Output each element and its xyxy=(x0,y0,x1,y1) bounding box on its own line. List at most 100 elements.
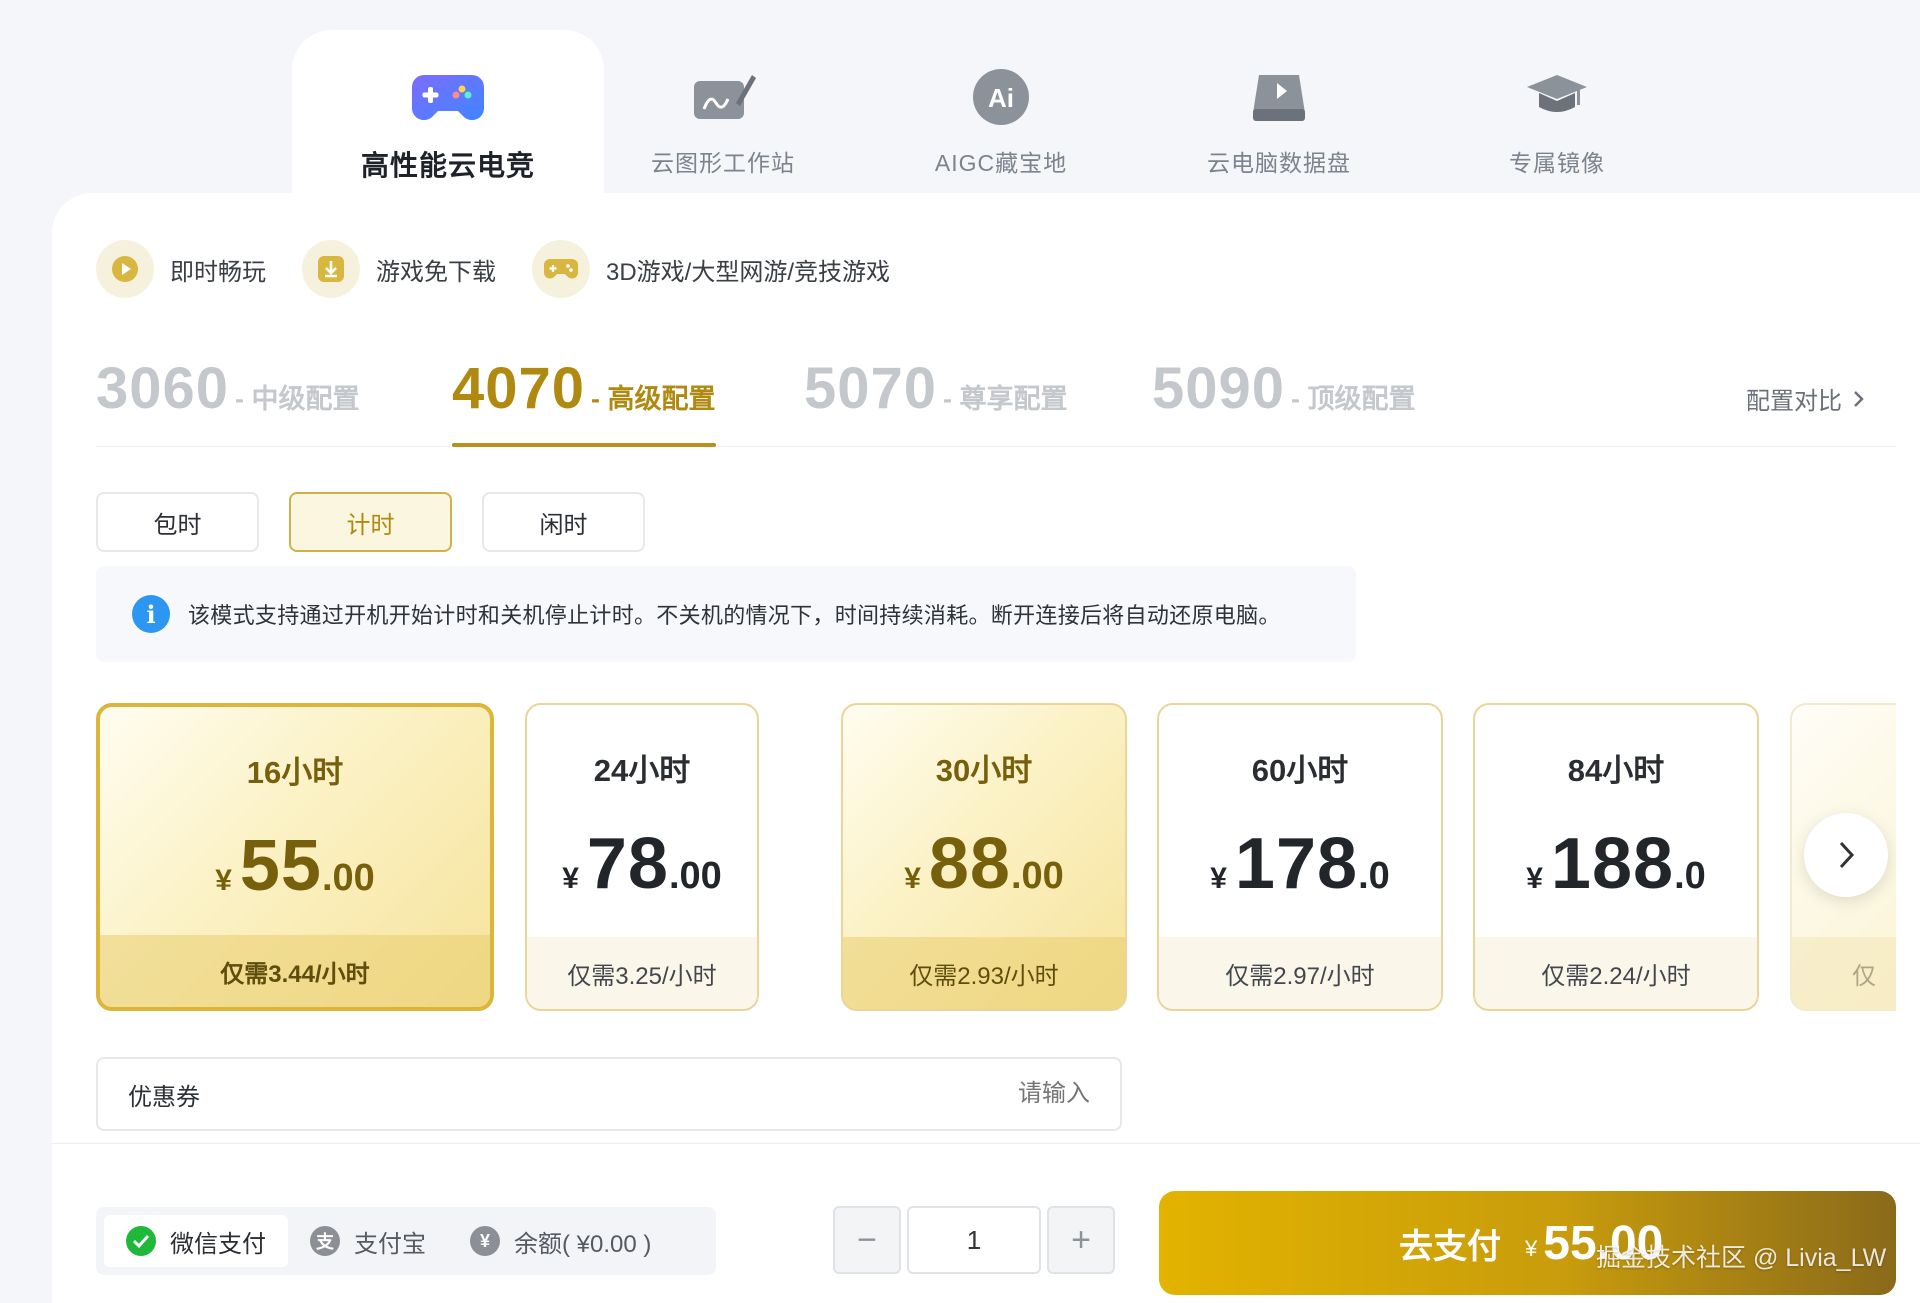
card-price: ¥78.00 xyxy=(527,823,757,905)
alipay-icon: 支 xyxy=(310,1226,340,1256)
divider xyxy=(52,1143,1920,1144)
price-card-60h[interactable]: 60小时 ¥178.0 仅需2.97/小时 xyxy=(1157,703,1443,1011)
feature-item: 游戏免下载 xyxy=(302,240,496,298)
quantity-minus-button[interactable]: − xyxy=(833,1206,901,1274)
price-decimal: .00 xyxy=(668,855,722,897)
tab-exclusive-image[interactable]: 专属镜像 xyxy=(1412,30,1702,200)
mode-button-timed[interactable]: 计时 xyxy=(289,492,452,552)
coupon-label: 优惠券 xyxy=(128,1083,200,1111)
card-price: ¥88.00 xyxy=(843,823,1125,905)
balance-icon: ¥ xyxy=(470,1226,500,1256)
tab-graphics-workstation[interactable]: 云图形工作站 xyxy=(578,30,868,200)
chevron-right-icon xyxy=(1854,390,1864,407)
tab-label: 高性能云电竞 xyxy=(360,150,535,181)
currency-symbol: ¥ xyxy=(1525,1236,1538,1261)
pay-button-label: 去支付 xyxy=(1399,1227,1501,1266)
card-hours: 16小时 xyxy=(246,755,344,790)
card-hours: 24小时 xyxy=(593,753,691,788)
card-unit-price: 仅需2.93/小时 xyxy=(843,937,1125,1009)
pay-method-label: 支付宝 xyxy=(354,1230,426,1258)
price-card-24h[interactable]: 24小时 ¥78.00 仅需3.25/小时 xyxy=(525,703,759,1011)
coupon-input[interactable] xyxy=(890,1080,1090,1108)
coupon-field[interactable]: 优惠券 xyxy=(96,1057,1122,1131)
tab-label: 专属镜像 xyxy=(1509,150,1605,176)
price-decimal: .00 xyxy=(1010,855,1064,897)
card-hours: 84小时 xyxy=(1567,753,1665,788)
feature-item: 3D游戏/大型网游/竞技游戏 xyxy=(532,240,890,298)
info-icon: i xyxy=(132,595,170,633)
card-hours: 30小时 xyxy=(935,753,1033,788)
quantity-input[interactable]: 1 xyxy=(907,1206,1041,1274)
config-number: 3060 xyxy=(96,356,230,421)
card-hours: 1 xyxy=(1792,745,1896,781)
card-hours: 60小时 xyxy=(1251,753,1349,788)
price-integer: 88 xyxy=(928,824,1011,904)
price-card-84h[interactable]: 84小时 ¥188.0 仅需2.24/小时 xyxy=(1473,703,1759,1011)
price-integer: 188 xyxy=(1550,824,1675,904)
pay-method-balance[interactable]: ¥ 余额( ¥0.00 ) xyxy=(448,1215,673,1267)
config-tab-3060[interactable]: 3060 - 中级配置 xyxy=(96,355,360,445)
config-tab-4070[interactable]: 4070 - 高级配置 xyxy=(452,355,716,447)
graduation-cap-icon xyxy=(1517,64,1597,130)
ai-icon: Ai xyxy=(961,64,1041,130)
tab-aigc[interactable]: Ai AIGC藏宝地 xyxy=(856,30,1146,200)
card-price: ¥178.0 xyxy=(1159,823,1441,905)
feature-label: 即时畅玩 xyxy=(170,258,266,286)
config-tab-5070[interactable]: 5070 - 尊享配置 xyxy=(804,355,1068,445)
tab-cloud-esports[interactable]: 高性能云电竞 xyxy=(292,30,604,200)
config-level: - 尊享配置 xyxy=(943,384,1068,414)
config-number: 4070 xyxy=(452,356,586,421)
tab-label: 云图形工作站 xyxy=(651,150,795,176)
chevron-right-icon xyxy=(1839,841,1855,869)
price-card-30h[interactable]: 30小时 ¥88.00 仅需2.93/小时 xyxy=(841,703,1127,1011)
currency-symbol: ¥ xyxy=(1526,862,1543,895)
card-unit-price: 仅需3.44/小时 xyxy=(100,935,490,1007)
mode-button-idle[interactable]: 闲时 xyxy=(482,492,645,552)
info-text: 该模式支持通过开机开始计时和关机停止计时。不关机的情况下，时间持续消耗。断开连接… xyxy=(188,603,1281,628)
price-decimal: .0 xyxy=(1674,855,1706,897)
price-integer: 78 xyxy=(586,824,669,904)
config-number: 5070 xyxy=(804,356,938,421)
config-level: - 高级配置 xyxy=(591,384,716,414)
pay-method-alipay[interactable]: 支 支付宝 xyxy=(288,1215,448,1267)
config-compare-link[interactable]: 配置对比 xyxy=(1746,381,1866,416)
card-price: ¥188.0 xyxy=(1475,823,1757,905)
card-unit-price: 仅 xyxy=(1792,937,1896,1009)
currency-symbol: ¥ xyxy=(562,862,579,895)
price-integer: 178 xyxy=(1234,824,1359,904)
watermark-text: 掘金技术社区 @ Livia_LW xyxy=(1596,1244,1887,1272)
quantity-plus-button[interactable]: + xyxy=(1047,1206,1115,1274)
download-icon xyxy=(302,240,360,298)
price-integer: 55 xyxy=(239,826,322,906)
feature-item: 即时畅玩 xyxy=(96,240,266,298)
tab-label: AIGC藏宝地 xyxy=(934,150,1068,176)
feature-list: 即时畅玩 游戏免下载 3D游戏/大型网游/竞技游戏 xyxy=(96,240,926,298)
cards-next-button[interactable] xyxy=(1804,813,1888,897)
drawing-tablet-icon xyxy=(683,64,763,130)
pay-method-wechat[interactable]: 微信支付 xyxy=(104,1215,288,1267)
wechat-icon xyxy=(126,1226,156,1256)
price-card-16h[interactable]: 16小时 ¥55.00 仅需3.44/小时 xyxy=(96,703,494,1011)
play-icon xyxy=(96,240,154,298)
currency-symbol: ¥ xyxy=(215,864,232,897)
pay-method-label: 微信支付 xyxy=(170,1230,266,1258)
config-number: 5090 xyxy=(1152,356,1286,421)
feature-label: 游戏免下载 xyxy=(376,258,496,286)
card-unit-price: 仅需2.24/小时 xyxy=(1475,937,1757,1009)
controller-icon xyxy=(532,240,590,298)
tab-cloud-data-disk[interactable]: 云电脑数据盘 xyxy=(1134,30,1424,200)
card-unit-price: 仅需3.25/小时 xyxy=(527,937,757,1009)
price-card-list: 16小时 ¥55.00 仅需3.44/小时 24小时 ¥78.00 仅需3.25… xyxy=(96,703,1896,1013)
currency-symbol: ¥ xyxy=(1210,862,1227,895)
compare-link-label: 配置对比 xyxy=(1746,388,1842,415)
svg-text:Ai: Ai xyxy=(988,83,1014,113)
gpu-config-tabs: 3060 - 中级配置 4070 - 高级配置 5070 - 尊享配置 5090… xyxy=(96,355,1896,447)
mode-button-package[interactable]: 包时 xyxy=(96,492,259,552)
tab-label: 云电脑数据盘 xyxy=(1207,150,1351,176)
config-tab-5090[interactable]: 5090 - 顶级配置 xyxy=(1152,355,1416,445)
product-tab-bar: 高性能云电竞 云图形工作站 Ai AIGC藏宝地 云电脑数据盘 专属镜像 xyxy=(0,0,1920,200)
feature-label: 3D游戏/大型网游/竞技游戏 xyxy=(606,258,891,286)
card-price: ¥55.00 xyxy=(100,825,490,907)
gamepad-icon xyxy=(408,64,488,130)
payment-method-group: 微信支付 支 支付宝 ¥ 余额( ¥0.00 ) xyxy=(96,1207,716,1275)
